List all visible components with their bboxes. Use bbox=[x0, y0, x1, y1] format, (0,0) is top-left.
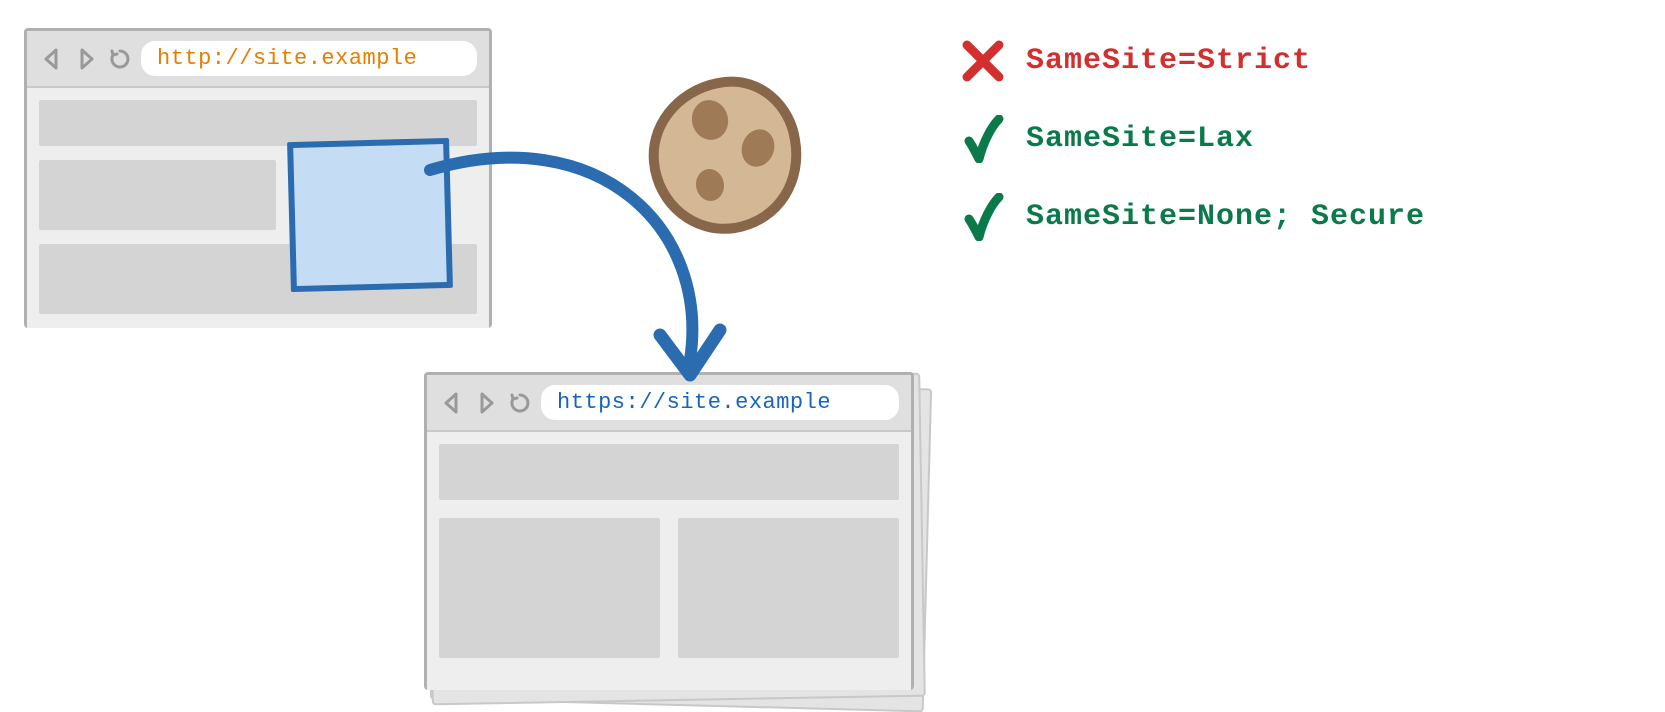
legend-label: SameSite=Lax bbox=[1026, 122, 1254, 156]
browser-toolbar: http://site.example bbox=[27, 31, 489, 88]
content-block bbox=[678, 518, 899, 658]
browser-target-stack: https://site.example bbox=[424, 372, 918, 696]
cookie-policy-legend: SameSite=Strict SameSite=Lax SameSite=No… bbox=[960, 38, 1425, 272]
content-block bbox=[439, 444, 899, 500]
legend-label: SameSite=Strict bbox=[1026, 44, 1311, 78]
browser-content-target bbox=[427, 432, 911, 690]
check-icon bbox=[960, 194, 1006, 240]
back-icon bbox=[39, 46, 65, 72]
legend-row-lax: SameSite=Lax bbox=[960, 116, 1425, 162]
legend-row-strict: SameSite=Strict bbox=[960, 38, 1425, 84]
content-block bbox=[439, 518, 660, 658]
forward-icon bbox=[73, 46, 99, 72]
reload-icon bbox=[107, 46, 133, 72]
check-icon bbox=[960, 116, 1006, 162]
legend-label: SameSite=None; Secure bbox=[1026, 200, 1425, 234]
url-bar-source: http://site.example bbox=[141, 41, 477, 76]
cross-icon bbox=[960, 38, 1006, 84]
legend-row-none: SameSite=None; Secure bbox=[960, 194, 1425, 240]
content-block bbox=[39, 160, 276, 230]
cookie-icon bbox=[640, 70, 810, 240]
